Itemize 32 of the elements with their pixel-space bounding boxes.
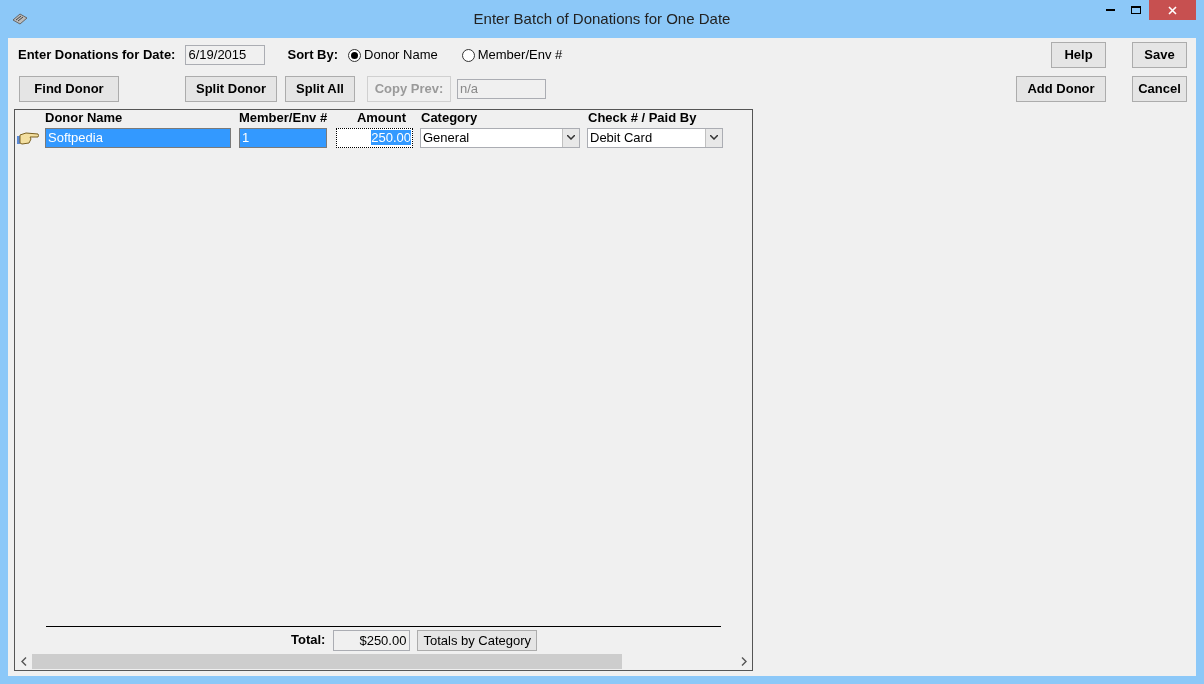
close-icon bbox=[1168, 5, 1177, 15]
copy-prev-field: n/a bbox=[457, 79, 546, 99]
scroll-right-icon[interactable] bbox=[740, 657, 747, 666]
donor-name-header: Donor Name bbox=[45, 108, 124, 127]
split-all-button[interactable]: Split All bbox=[285, 76, 355, 102]
date-field[interactable]: 6/19/2015 bbox=[185, 45, 266, 65]
help-button[interactable]: Help bbox=[1051, 42, 1106, 68]
window-title: Enter Batch of Donations for One Date bbox=[472, 9, 732, 29]
total-label: Total: bbox=[291, 631, 326, 650]
amount-header: Amount bbox=[355, 108, 406, 127]
find-donor-button[interactable]: Find Donor bbox=[19, 76, 119, 102]
app-icon bbox=[11, 12, 29, 26]
save-button[interactable]: Save bbox=[1132, 42, 1187, 68]
paid-by-dropdown[interactable]: Debit Card bbox=[587, 127, 723, 148]
scroll-left-icon[interactable] bbox=[20, 657, 27, 666]
split-donor-button[interactable]: Split Donor bbox=[185, 76, 277, 102]
scrollbar-thumb[interactable] bbox=[32, 654, 622, 669]
radio-button[interactable] bbox=[348, 48, 362, 62]
radio-button[interactable] bbox=[461, 48, 475, 62]
category-header: Category bbox=[421, 108, 479, 127]
member-header: Member/Env # bbox=[239, 108, 329, 127]
add-donor-button[interactable]: Add Donor bbox=[1016, 76, 1106, 102]
radio-label[interactable]: Donor Name bbox=[364, 45, 438, 65]
total-field: $250.00 bbox=[333, 629, 411, 651]
date-label: Enter Donations for Date: bbox=[18, 46, 176, 65]
radio-label[interactable]: Member/Env # bbox=[477, 45, 563, 65]
pointing-hand-icon bbox=[16, 129, 40, 146]
paid-by-header: Check # / Paid By bbox=[588, 108, 698, 127]
category-dropdown[interactable]: General bbox=[420, 127, 580, 148]
cancel-button[interactable]: Cancel bbox=[1132, 76, 1187, 102]
totals-by-category-button[interactable]: Totals by Category bbox=[417, 629, 538, 651]
sort-label: Sort By: bbox=[287, 46, 339, 65]
